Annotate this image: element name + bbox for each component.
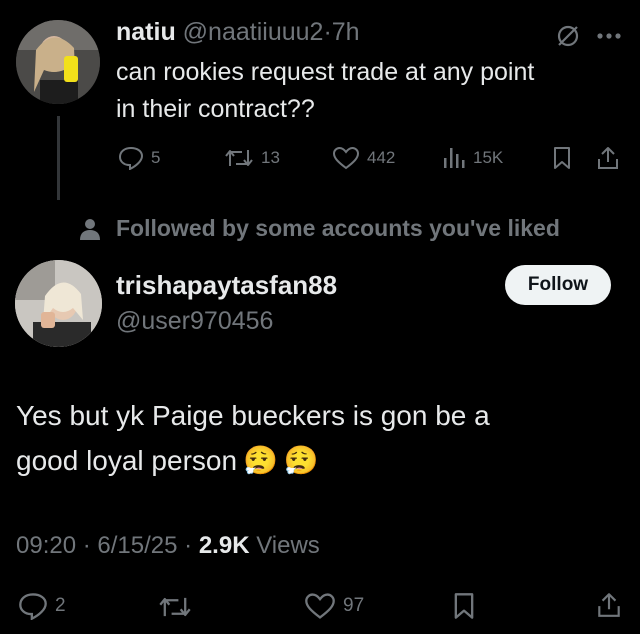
reply-meta-sep-1: · bbox=[82, 532, 91, 559]
repost-icon bbox=[224, 146, 254, 170]
reply-like-button[interactable]: 97 bbox=[304, 592, 364, 620]
reply-reply-button[interactable]: 2 bbox=[18, 592, 66, 620]
reply-time: 09:20 bbox=[16, 532, 77, 559]
heart-icon bbox=[304, 592, 336, 620]
reply-text-line-2-text: good loyal person bbox=[16, 444, 238, 476]
reply-like-count: 97 bbox=[343, 595, 365, 616]
parent-repost-count: 13 bbox=[261, 148, 280, 167]
grok-icon[interactable] bbox=[556, 24, 580, 48]
reply-icon bbox=[18, 592, 48, 620]
reply-repost-button[interactable] bbox=[158, 593, 192, 621]
parent-like-button[interactable]: 442 bbox=[332, 146, 395, 170]
parent-reply-count: 5 bbox=[151, 148, 161, 167]
social-context-text: Followed by some accounts you've liked bbox=[116, 215, 560, 241]
person-icon bbox=[79, 217, 101, 241]
parent-avatar[interactable] bbox=[16, 20, 100, 104]
exhaling-face-emoji-1: 😮‍💨 bbox=[243, 445, 278, 476]
parent-text-line-2: in their contract?? bbox=[116, 95, 315, 123]
views-icon bbox=[442, 146, 466, 170]
parent-header: natiu @naatiiuuu2·7h bbox=[116, 18, 360, 47]
parent-views-button[interactable]: 15K bbox=[442, 146, 503, 170]
thread-line bbox=[57, 116, 60, 200]
reply-meta-sep-2: · bbox=[184, 532, 193, 559]
exhaling-face-emoji-2: 😮‍💨 bbox=[283, 445, 319, 476]
follow-button[interactable]: Follow bbox=[505, 265, 611, 305]
reply-avatar[interactable] bbox=[15, 260, 102, 347]
parent-repost-button[interactable]: 13 bbox=[224, 146, 280, 170]
parent-display-name[interactable]: natiu bbox=[116, 18, 176, 46]
reply-handle[interactable]: @user970456 bbox=[116, 307, 273, 336]
parent-text-line-1: can rookies request trade at any point bbox=[116, 58, 535, 86]
more-icon[interactable] bbox=[596, 32, 622, 40]
reply-share-icon[interactable] bbox=[596, 591, 622, 619]
reply-date: 6/15/25 bbox=[97, 532, 178, 559]
reply-views-count[interactable]: 2.9K bbox=[199, 532, 250, 559]
parent-bookmark-icon[interactable] bbox=[552, 146, 572, 170]
parent-reply-button[interactable]: 5 bbox=[118, 146, 160, 170]
parent-time[interactable]: 7h bbox=[332, 18, 360, 46]
reply-meta: 09:20 · 6/15/25 · 2.9K Views bbox=[16, 532, 320, 560]
reply-icon bbox=[118, 146, 144, 170]
parent-share-icon[interactable] bbox=[596, 145, 620, 171]
parent-views-count: 15K bbox=[473, 148, 504, 167]
reply-bookmark-icon[interactable] bbox=[452, 592, 476, 620]
reply-text-line-1: Yes but yk Paige bueckers is gon be a bbox=[16, 400, 490, 431]
parent-separator: · bbox=[323, 18, 332, 46]
parent-like-count: 442 bbox=[367, 148, 396, 167]
reply-reply-count: 2 bbox=[55, 595, 66, 616]
heart-icon bbox=[332, 146, 360, 170]
parent-handle[interactable]: @naatiiuuu2 bbox=[183, 18, 324, 46]
reply-display-name[interactable]: trishapaytasfan88 bbox=[116, 270, 337, 301]
reply-views-label: Views bbox=[256, 532, 320, 559]
reply-text-line-2: good loyal person 😮‍💨 😮‍💨 bbox=[16, 444, 319, 477]
